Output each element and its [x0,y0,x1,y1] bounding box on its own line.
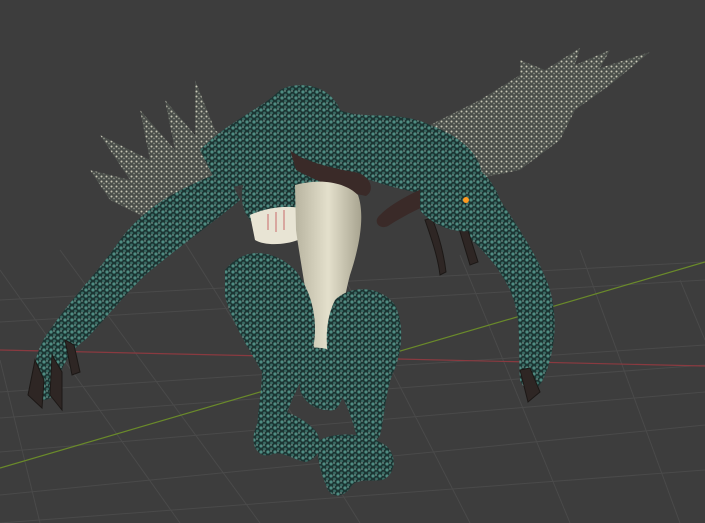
jaw [250,206,300,245]
eye-glow [463,197,469,203]
creature-model[interactable] [27,48,650,496]
viewport-canvas [0,48,705,523]
left-foot [253,408,320,462]
lower-torso [300,347,347,411]
right-foot [317,434,394,496]
3d-viewport[interactable] [0,0,705,523]
